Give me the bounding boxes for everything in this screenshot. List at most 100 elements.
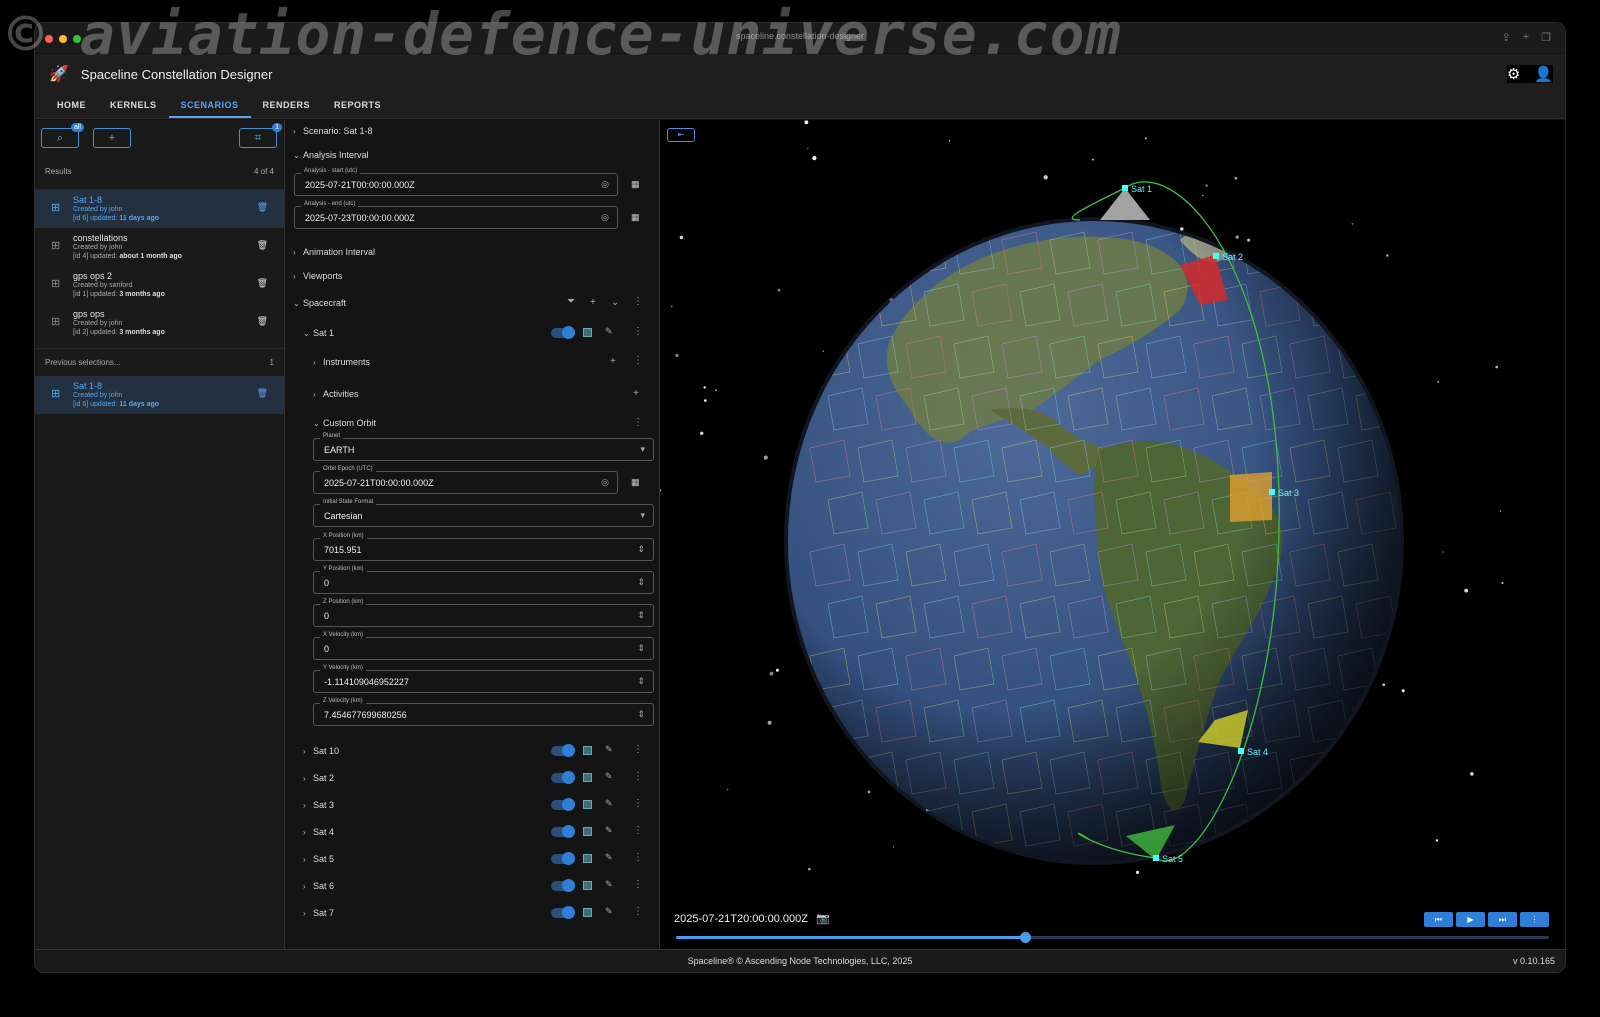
visibility-toggle[interactable] [551, 906, 575, 919]
plus-icon[interactable]: + [610, 356, 616, 367]
window-controls[interactable] [45, 35, 81, 43]
stepper-icon[interactable]: ⇕ [637, 643, 645, 654]
maximize-window-button[interactable] [73, 35, 81, 43]
tab-home[interactable]: HOME [45, 94, 98, 118]
trash-icon[interactable]: 🗑 [257, 240, 268, 251]
plus-icon[interactable]: + [633, 388, 639, 399]
clock-icon[interactable]: ◎ [601, 212, 609, 223]
color-swatch[interactable] [583, 328, 592, 337]
close-window-button[interactable] [45, 35, 53, 43]
more-icon[interactable]: ⋮ [633, 417, 643, 428]
z-velocity-field[interactable]: Z Velocity (km) 7.454677699680256 ⇕ [313, 698, 654, 726]
filter-icon[interactable]: ⏷ [567, 296, 575, 307]
timeline-track[interactable] [676, 932, 1549, 943]
analysis-interval-row[interactable]: ⌄ Analysis Interval [293, 150, 659, 160]
analysis-start-field[interactable]: Analysis - start (utc) 2025-07-21T00:00:… [294, 168, 618, 196]
list-item[interactable]: ⊞ gps ops Created by john [id 2] updated… [35, 304, 284, 342]
state-format-select[interactable]: Initial State Format Cartesian ▾ [313, 499, 654, 527]
y-position-field[interactable]: Y Position (km) 0 ⇕ [313, 566, 654, 594]
more-icon[interactable]: ⋮ [633, 744, 643, 755]
analysis-end-field[interactable]: Analysis - end (utc) 2025-07-23T00:00:00… [294, 201, 618, 229]
tab-reports[interactable]: REPORTS [322, 94, 393, 118]
collapse-panel-button[interactable]: ⇤ [667, 128, 695, 142]
sat-2-marker[interactable] [1213, 253, 1219, 259]
globe-viewer[interactable]: Sat 1 Sat 2 Sat 3 Sat 4 Sat 5 ⇤ 2025-07-… [660, 120, 1565, 949]
more-icon[interactable]: ⋮ [633, 852, 643, 863]
stepper-icon[interactable]: ⇕ [637, 676, 645, 687]
list-item[interactable]: ⊞ Sat 1-8 Created by john [id 6] updated… [35, 190, 284, 228]
camera-icon[interactable]: 📷 [816, 912, 830, 925]
new-tab-icon[interactable]: + [1523, 31, 1529, 44]
visibility-toggle[interactable] [551, 771, 575, 784]
plus-icon[interactable]: + [590, 297, 596, 308]
skip-end-button[interactable]: ⏭ [1488, 912, 1517, 927]
more-icon[interactable]: ⋮ [633, 296, 643, 307]
more-icon[interactable]: ⋮ [633, 771, 643, 782]
minimize-window-button[interactable] [59, 35, 67, 43]
pencil-icon[interactable]: ✎ [605, 771, 613, 782]
tab-scenarios[interactable]: SCENARIOS [168, 94, 251, 118]
tabs-overview-icon[interactable]: ❐ [1541, 31, 1551, 44]
visibility-toggle[interactable] [551, 326, 575, 339]
trash-icon[interactable]: 🗑 [257, 388, 268, 399]
trash-icon[interactable]: 🗑 [257, 278, 268, 289]
previous-item[interactable]: ⊞ Sat 1-8 Created by john [id 6] updated… [35, 376, 284, 414]
instruments-row[interactable]: › Instruments [313, 357, 659, 367]
globe-canvas[interactable]: Sat 1 Sat 2 Sat 3 Sat 4 Sat 5 [660, 120, 1536, 931]
more-icon[interactable]: ⋮ [633, 879, 643, 890]
search-button[interactable]: ⌕ all [41, 123, 84, 148]
custom-orbit-row[interactable]: ⌄ Custom Orbit [313, 418, 659, 428]
y-velocity-field[interactable]: Y Velocity (km) -1.114109046952227 ⇕ [313, 665, 654, 693]
scenario-row[interactable]: › Scenario: Sat 1-8 [293, 126, 659, 136]
more-icon[interactable]: ⋮ [633, 798, 643, 809]
stepper-icon[interactable]: ⇕ [637, 544, 645, 555]
color-swatch[interactable] [583, 827, 592, 836]
stepper-icon[interactable]: ⇕ [637, 610, 645, 621]
chevron-down-icon[interactable]: ⌄ [611, 297, 619, 308]
pencil-icon[interactable]: ✎ [605, 906, 613, 917]
more-icon[interactable]: ⋮ [633, 906, 643, 917]
skip-start-button[interactable]: ⏮ [1424, 912, 1453, 927]
more-icon[interactable]: ⋮ [633, 825, 643, 836]
calendar-icon[interactable]: ▦ [631, 477, 640, 488]
address-bar[interactable]: spaceline.constellation-designer [736, 31, 864, 41]
color-swatch[interactable] [583, 854, 592, 863]
visibility-toggle[interactable] [551, 825, 575, 838]
planet-select[interactable]: Planet EARTH ▾ [313, 433, 654, 461]
clock-icon[interactable]: ◎ [601, 179, 609, 190]
sat-3-marker[interactable] [1269, 489, 1275, 495]
more-icon[interactable]: ⋮ [633, 355, 643, 366]
color-swatch[interactable] [583, 908, 592, 917]
color-swatch[interactable] [583, 746, 592, 755]
visibility-toggle[interactable] [551, 852, 575, 865]
add-scenario-button[interactable]: + [93, 128, 131, 148]
more-icon[interactable]: ⋮ [633, 326, 643, 337]
pencil-icon[interactable]: ✎ [605, 879, 613, 890]
pencil-icon[interactable]: ✎ [605, 825, 613, 836]
clock-icon[interactable]: ◎ [601, 477, 609, 488]
pencil-icon[interactable]: ✎ [605, 744, 613, 755]
trash-icon[interactable]: 🗑 [257, 316, 268, 327]
sat-5-marker[interactable] [1153, 855, 1159, 861]
gear-icon[interactable]: ⚙ [1507, 65, 1520, 83]
share-icon[interactable]: ⇪ [1501, 31, 1510, 44]
timeline-scrubber[interactable] [1020, 932, 1032, 943]
viewports-row[interactable]: › Viewports [293, 271, 659, 281]
color-swatch[interactable] [583, 800, 592, 809]
spacecraft-row[interactable]: ⌄ Spacecraft [293, 298, 659, 308]
x-velocity-field[interactable]: X Velocity (km) 0 ⇕ [313, 632, 654, 660]
calendar-icon[interactable]: ▦ [631, 179, 640, 190]
visibility-toggle[interactable] [551, 798, 575, 811]
activities-row[interactable]: › Activities [313, 389, 659, 399]
tab-renders[interactable]: RENDERS [251, 94, 323, 118]
sat-1-marker[interactable] [1122, 185, 1128, 191]
stepper-icon[interactable]: ⇕ [637, 577, 645, 588]
account-icon[interactable]: 👤 [1534, 65, 1553, 83]
pencil-icon[interactable]: ✎ [605, 852, 613, 863]
more-options-button[interactable]: ⋮ [1520, 912, 1549, 927]
play-button[interactable]: ▶ [1456, 912, 1485, 927]
visibility-toggle[interactable] [551, 879, 575, 892]
x-position-field[interactable]: X Position (km) 7015.951 ⇕ [313, 533, 654, 561]
tags-button[interactable]: ⌗ 1 [239, 123, 282, 148]
color-swatch[interactable] [583, 881, 592, 890]
